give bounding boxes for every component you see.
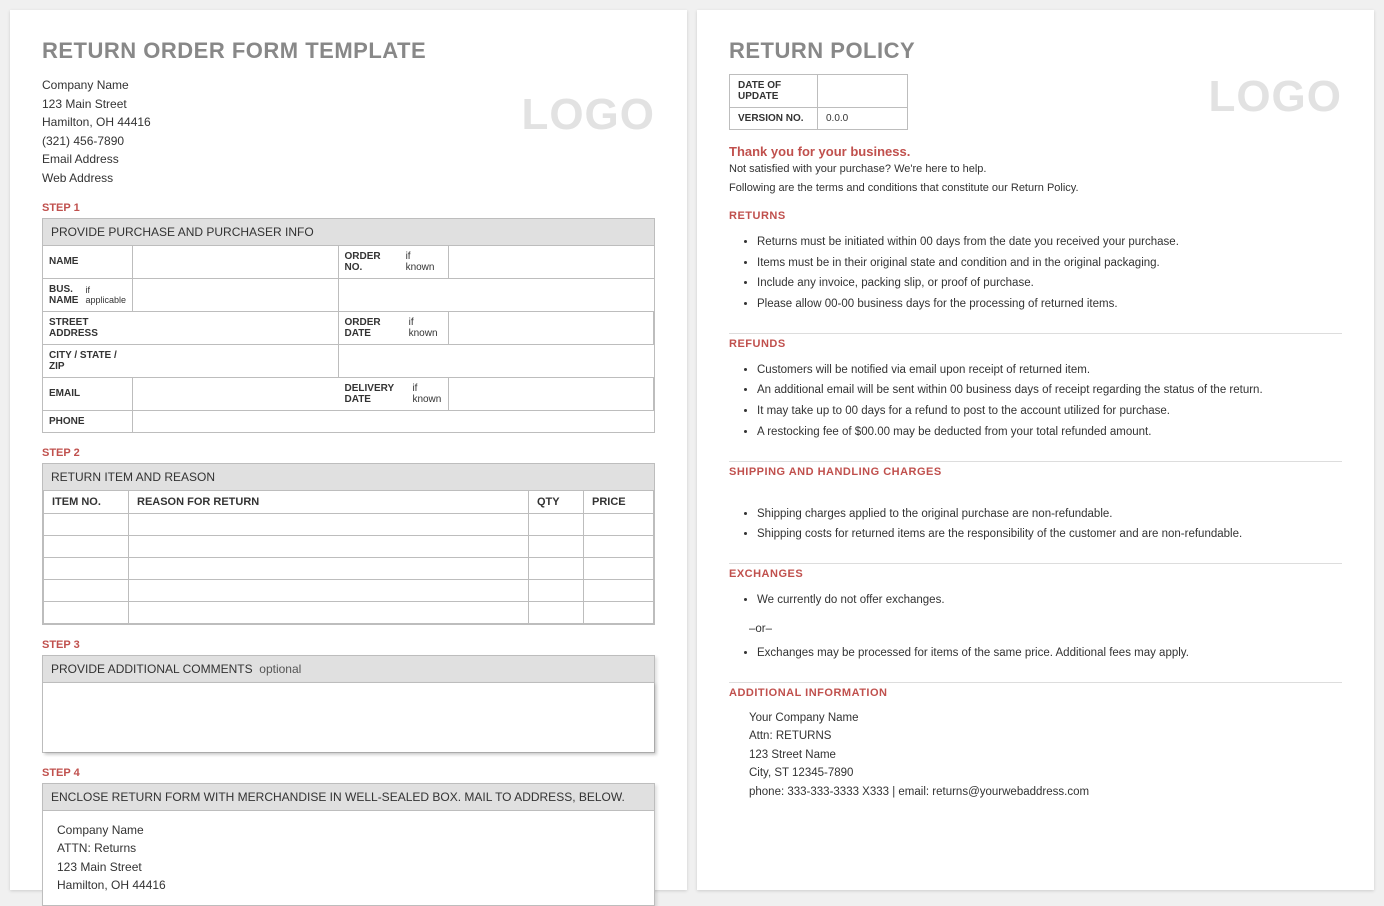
meta-table: DATE OF UPDATE VERSION NO. 0.0.0 [729, 74, 908, 130]
blank-cell [339, 344, 655, 377]
blank-cell [339, 410, 655, 432]
meta-date-label: DATE OF UPDATE [730, 75, 818, 108]
col-reason: REASON FOR RETURN [129, 490, 529, 513]
step3-header: PROVIDE ADDITIONAL COMMENTS optional [43, 656, 654, 682]
company-logo: LOGO [1208, 72, 1342, 122]
blank-cell [339, 278, 655, 311]
step1-box: PROVIDE PURCHASE AND PURCHASER INFO NAME… [42, 218, 655, 433]
mail-attn: ATTN: Returns [57, 839, 640, 858]
comments-input[interactable] [43, 682, 654, 752]
exchanges-list-2: Exchanges may be processed for items of … [757, 643, 1342, 664]
list-item: Please allow 00-00 business days for the… [757, 294, 1342, 315]
list-item: Exchanges may be processed for items of … [757, 643, 1342, 664]
lbl-delivery: DELIVERY DATE if known [339, 377, 449, 410]
list-item: Shipping costs for returned items are th… [757, 524, 1342, 545]
table-row[interactable] [44, 535, 654, 557]
addl-line: 123 Street Name [749, 746, 1342, 764]
returns-list: Returns must be initiated within 00 days… [757, 232, 1342, 315]
shipping-list: Shipping charges applied to the original… [757, 504, 1342, 545]
input-orderno[interactable] [449, 245, 655, 278]
section-addl-title: ADDITIONAL INFORMATION [729, 682, 1342, 699]
meta-version-label: VERSION NO. [730, 108, 818, 130]
step2-box: RETURN ITEM AND REASON ITEM NO. REASON F… [42, 463, 655, 625]
table-row[interactable] [44, 557, 654, 579]
exchanges-or: –or– [749, 619, 1342, 640]
input-orderdate[interactable] [449, 311, 655, 344]
list-item: Shipping charges applied to the original… [757, 504, 1342, 525]
list-item: A restocking fee of $00.00 may be deduct… [757, 422, 1342, 443]
step2-header: RETURN ITEM AND REASON [43, 464, 654, 490]
lbl-orderdate: ORDER DATE if known [339, 311, 449, 344]
exchanges-list-1: We currently do not offer exchanges. [757, 590, 1342, 611]
list-item: Items must be in their original state an… [757, 253, 1342, 274]
return-policy-page: RETURN POLICY LOGO DATE OF UPDATE VERSIO… [697, 10, 1374, 890]
step1-header: PROVIDE PURCHASE AND PURCHASER INFO [43, 219, 654, 245]
step2-label: STEP 2 [42, 447, 655, 459]
col-itemno: ITEM NO. [44, 490, 129, 513]
step1-label: STEP 1 [42, 202, 655, 214]
page-title: RETURN ORDER FORM TEMPLATE [42, 38, 655, 64]
section-exchanges-title: EXCHANGES [729, 563, 1342, 580]
table-row[interactable] [44, 579, 654, 601]
list-item: An additional email will be sent within … [757, 380, 1342, 401]
section-refunds-title: REFUNDS [729, 333, 1342, 350]
addl-line: City, ST 12345-7890 [749, 764, 1342, 782]
mail-street: 123 Main Street [57, 858, 640, 877]
section-shipping-title: SHIPPING AND HANDLING CHARGES [729, 461, 1342, 478]
input-busname[interactable] [133, 278, 339, 311]
lbl-busname: BUS. NAMEif applicable [43, 278, 133, 311]
input-street[interactable] [133, 311, 339, 344]
step4-header: ENCLOSE RETURN FORM WITH MERCHANDISE IN … [43, 784, 654, 810]
company-email: Email Address [42, 150, 655, 169]
col-price: PRICE [584, 490, 654, 513]
mail-to-block: Company Name ATTN: Returns 123 Main Stre… [43, 810, 654, 905]
thank-you-text: Thank you for your business. [729, 144, 1342, 159]
company-logo: LOGO [521, 90, 655, 140]
addl-line: Your Company Name [749, 709, 1342, 727]
return-order-form-page: RETURN ORDER FORM TEMPLATE LOGO Company … [10, 10, 687, 890]
step3-box: PROVIDE ADDITIONAL COMMENTS optional [42, 655, 655, 753]
lbl-orderno: ORDER NO. if known [339, 245, 449, 278]
policy-sub1: Not satisfied with your purchase? We're … [729, 161, 1342, 178]
list-item: Customers will be notified via email upo… [757, 360, 1342, 381]
col-qty: QTY [529, 490, 584, 513]
meta-date-value[interactable] [818, 75, 908, 108]
table-row[interactable] [44, 513, 654, 535]
addl-line: phone: 333-333-3333 X333 | email: return… [749, 783, 1342, 801]
table-row[interactable] [44, 601, 654, 623]
list-item: We currently do not offer exchanges. [757, 590, 1342, 611]
input-phone[interactable] [133, 410, 339, 432]
section-returns-title: RETURNS [729, 206, 1342, 222]
mail-city: Hamilton, OH 44416 [57, 876, 640, 895]
policy-sub2: Following are the terms and conditions t… [729, 180, 1342, 197]
company-web: Web Address [42, 169, 655, 188]
lbl-csz: CITY / STATE / ZIP [43, 344, 133, 377]
list-item: Returns must be initiated within 00 days… [757, 232, 1342, 253]
list-item: It may take up to 00 days for a refund t… [757, 401, 1342, 422]
refunds-list: Customers will be notified via email upo… [757, 360, 1342, 443]
addl-info-block: Your Company Name Attn: RETURNS 123 Stre… [749, 709, 1342, 801]
meta-version-value[interactable]: 0.0.0 [818, 108, 908, 130]
step3-label: STEP 3 [42, 639, 655, 651]
lbl-email: EMAIL [43, 377, 133, 410]
return-items-table: ITEM NO. REASON FOR RETURN QTY PRICE [43, 490, 654, 624]
input-csz[interactable] [133, 344, 339, 377]
lbl-name: NAME [43, 245, 133, 278]
step4-label: STEP 4 [42, 767, 655, 779]
mail-name: Company Name [57, 821, 640, 840]
input-name[interactable] [133, 245, 339, 278]
lbl-street: STREET ADDRESS [43, 311, 133, 344]
list-item: Include any invoice, packing slip, or pr… [757, 273, 1342, 294]
page-title: RETURN POLICY [729, 38, 1342, 64]
step4-box: ENCLOSE RETURN FORM WITH MERCHANDISE IN … [42, 783, 655, 906]
input-email[interactable] [133, 377, 339, 410]
addl-line: Attn: RETURNS [749, 727, 1342, 745]
lbl-phone: PHONE [43, 410, 133, 432]
input-delivery[interactable] [449, 377, 655, 410]
